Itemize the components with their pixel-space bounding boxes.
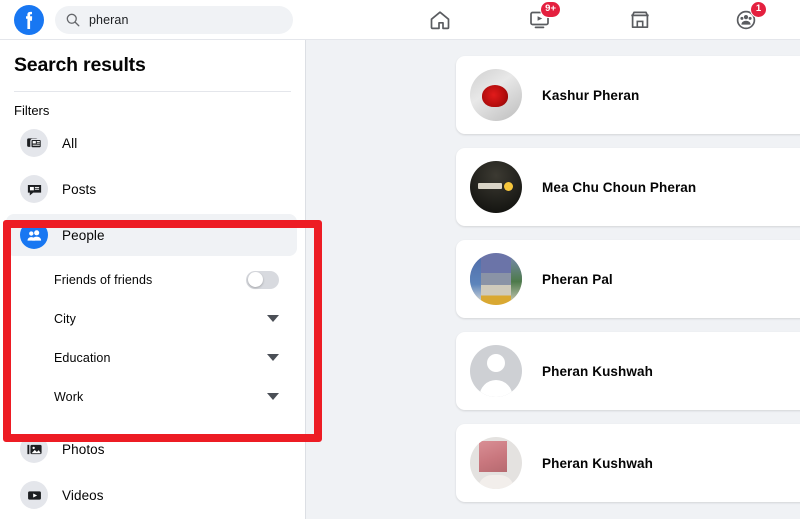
store-icon xyxy=(631,11,649,28)
filters-heading: Filters xyxy=(14,103,50,118)
result-name: Pheran Pal xyxy=(542,271,613,287)
search-input[interactable]: pheran xyxy=(55,5,293,34)
sidebar-item-videos[interactable]: Videos xyxy=(6,474,297,516)
subfilter-label: City xyxy=(54,311,76,326)
chevron-down-icon[interactable] xyxy=(267,393,279,400)
avatar[interactable] xyxy=(470,437,522,489)
groups-nav-button[interactable]: 1 xyxy=(723,0,769,37)
toggle-knob xyxy=(247,272,263,287)
speech-bubble-icon xyxy=(20,175,48,203)
avatar-head xyxy=(487,354,505,372)
search-query-text: pheran xyxy=(89,12,129,27)
subfilter-education[interactable]: Education xyxy=(0,338,305,377)
top-navigation-bar: pheran 9+ 1 xyxy=(0,0,800,40)
subfilter-label: Work xyxy=(54,389,84,404)
photo-icon xyxy=(20,435,48,463)
sidebar-divider xyxy=(14,91,291,92)
stacked-cards-icon xyxy=(20,129,48,157)
subfilter-label: Education xyxy=(54,350,111,365)
sidebar-item-label: People xyxy=(62,227,105,243)
avatar[interactable] xyxy=(470,161,522,213)
search-results-list: Kashur Pheran Mea Chu Choun Pheran Phera… xyxy=(306,40,800,519)
sidebar-item-photos[interactable]: Photos xyxy=(6,428,297,470)
result-name: Kashur Pheran xyxy=(542,87,640,103)
sidebar-item-label: Photos xyxy=(62,441,105,457)
page-title: Search results xyxy=(14,54,146,76)
avatar-body xyxy=(479,380,513,397)
search-filters-sidebar: Search results Filters All Posts People … xyxy=(0,40,306,519)
people-icon xyxy=(20,221,48,249)
header-nav-buttons: 9+ 1 xyxy=(410,0,800,39)
sidebar-item-all[interactable]: All xyxy=(6,122,297,164)
subfilter-work[interactable]: Work xyxy=(0,377,305,416)
table-row[interactable]: Kashur Pheran xyxy=(456,56,800,134)
facebook-logo-icon[interactable] xyxy=(14,4,44,35)
chevron-down-icon[interactable] xyxy=(267,354,279,361)
table-row[interactable]: Pheran Kushwah xyxy=(456,424,800,502)
subfilter-label: Friends of friends xyxy=(54,272,153,287)
table-row[interactable]: Pheran Kushwah xyxy=(456,332,800,410)
subfilter-friends-of-friends[interactable]: Friends of friends xyxy=(0,260,305,299)
people-subfilters: Friends of friends City Education Work xyxy=(0,256,305,416)
search-icon xyxy=(66,13,80,27)
result-name: Pheran Kushwah xyxy=(542,363,653,379)
result-name: Pheran Kushwah xyxy=(542,455,653,471)
facebook-search-results-page: pheran 9+ 1 Search results Filters All P… xyxy=(0,0,800,519)
sidebar-item-label: All xyxy=(62,135,78,151)
sidebar-item-label: Posts xyxy=(62,181,97,197)
subfilter-city[interactable]: City xyxy=(0,299,305,338)
friends-of-friends-toggle[interactable] xyxy=(246,270,279,289)
table-row[interactable]: Mea Chu Choun Pheran xyxy=(456,148,800,226)
watch-badge: 9+ xyxy=(540,0,561,18)
table-row[interactable]: Pheran Pal xyxy=(456,240,800,318)
sidebar-item-posts[interactable]: Posts xyxy=(6,168,297,210)
home-icon xyxy=(430,10,450,29)
sidebar-item-people[interactable]: People xyxy=(6,214,297,256)
result-name: Mea Chu Choun Pheran xyxy=(542,179,697,195)
sidebar-item-label: Videos xyxy=(62,487,104,503)
avatar[interactable] xyxy=(470,69,522,121)
groups-badge: 1 xyxy=(750,0,767,18)
chevron-down-icon[interactable] xyxy=(267,315,279,322)
home-nav-button[interactable] xyxy=(417,3,463,37)
marketplace-nav-button[interactable] xyxy=(617,3,663,37)
video-play-icon xyxy=(20,481,48,509)
avatar[interactable] xyxy=(470,253,522,305)
avatar[interactable] xyxy=(470,345,522,397)
watch-nav-button[interactable]: 9+ xyxy=(517,0,563,37)
